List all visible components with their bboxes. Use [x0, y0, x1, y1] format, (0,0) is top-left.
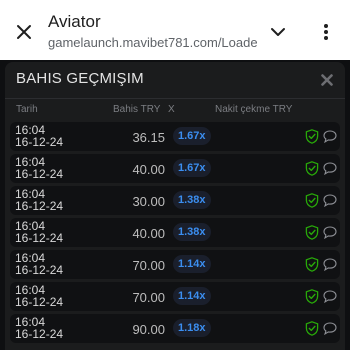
- column-headers: Tarih Bahis TRY X Nakit çekme TRY: [5, 102, 345, 120]
- row-datetime: 16:04 16-12-24: [15, 156, 63, 180]
- table-row[interactable]: 16:04 16-12-24 40.00 1.67x: [10, 154, 340, 183]
- close-icon[interactable]: [12, 20, 36, 44]
- row-bet-amount: 40.00: [132, 162, 165, 177]
- chat-bubble-icon[interactable]: [323, 194, 337, 207]
- shield-check-icon[interactable]: [305, 257, 319, 272]
- row-bet-amount: 70.00: [132, 258, 165, 273]
- column-header-date: Tarih: [16, 104, 38, 115]
- row-date: 16-12-24: [15, 231, 64, 245]
- modal-title: BAHIS GEÇMIŞIM: [16, 70, 144, 87]
- close-icon[interactable]: [319, 72, 335, 88]
- column-header-bet: Bahis TRY: [113, 104, 161, 115]
- row-bet-amount: 36.15: [132, 130, 165, 145]
- table-row[interactable]: 16:04 16-12-24 90.00 1.18x: [10, 314, 340, 343]
- row-date: 16-12-24: [15, 135, 64, 149]
- row-datetime: 16:04 16-12-24: [15, 316, 63, 340]
- modal-header: BAHIS GEÇMIŞIM: [5, 62, 345, 99]
- more-vert-icon[interactable]: [314, 20, 338, 44]
- row-multiplier-badge: 1.38x: [173, 223, 211, 241]
- chat-bubble-icon[interactable]: [323, 162, 337, 175]
- table-row[interactable]: 16:04 16-12-24 70.00 1.14x: [10, 282, 340, 311]
- shield-check-icon[interactable]: [305, 289, 319, 304]
- page-title: Aviator: [48, 12, 101, 31]
- row-multiplier-badge: 1.18x: [173, 319, 211, 337]
- shield-check-icon[interactable]: [305, 321, 319, 336]
- row-bet-amount: 40.00: [132, 226, 165, 241]
- table-row[interactable]: 16:04 16-12-24 40.00 1.38x: [10, 218, 340, 247]
- row-multiplier-badge: 1.67x: [173, 127, 211, 145]
- chat-bubble-icon[interactable]: [323, 226, 337, 239]
- column-header-cashout: Nakit çekme TRY: [215, 104, 293, 115]
- bet-history-modal: BAHIS GEÇMIŞIM Tarih Bahis TRY X Nakit ç…: [5, 62, 345, 350]
- bet-history-list: 16:04 16-12-24 36.15 1.67x 16:04 16-12-24 40.0…: [10, 122, 340, 346]
- chat-bubble-icon[interactable]: [323, 290, 337, 303]
- row-date: 16-12-24: [15, 327, 64, 341]
- row-datetime: 16:04 16-12-24: [15, 188, 63, 212]
- shield-check-icon[interactable]: [305, 193, 319, 208]
- table-row[interactable]: 16:04 16-12-24 36.15 1.67x: [10, 122, 340, 151]
- shield-check-icon[interactable]: [305, 161, 319, 176]
- page-title-block: Aviator gamelaunch.mavibet781.com/Loader…: [48, 12, 258, 52]
- browser-toolbar: Aviator gamelaunch.mavibet781.com/Loader…: [0, 0, 350, 60]
- row-bet-amount: 70.00: [132, 290, 165, 305]
- column-header-multiplier: X: [168, 104, 175, 115]
- row-datetime: 16:04 16-12-24: [15, 284, 63, 308]
- row-bet-amount: 30.00: [132, 194, 165, 209]
- row-multiplier-badge: 1.14x: [173, 255, 211, 273]
- chat-bubble-icon[interactable]: [323, 258, 337, 271]
- row-bet-amount: 90.00: [132, 322, 165, 337]
- row-datetime: 16:04 16-12-24: [15, 220, 63, 244]
- row-multiplier-badge: 1.14x: [173, 287, 211, 305]
- shield-check-icon[interactable]: [305, 129, 319, 144]
- row-date: 16-12-24: [15, 263, 64, 277]
- row-datetime: 16:04 16-12-24: [15, 252, 63, 276]
- chat-bubble-icon[interactable]: [323, 130, 337, 143]
- table-row[interactable]: 16:04 16-12-24 70.00 1.14x: [10, 250, 340, 279]
- chevron-down-icon[interactable]: [266, 20, 290, 44]
- row-date: 16-12-24: [15, 199, 64, 213]
- row-date: 16-12-24: [15, 295, 64, 309]
- page-url[interactable]: gamelaunch.mavibet781.com/Loader/S: [48, 34, 258, 52]
- table-row[interactable]: 16:04 16-12-24 30.00 1.38x: [10, 186, 340, 215]
- row-date: 16-12-24: [15, 167, 64, 181]
- row-multiplier-badge: 1.67x: [173, 159, 211, 177]
- shield-check-icon[interactable]: [305, 225, 319, 240]
- row-datetime: 16:04 16-12-24: [15, 124, 63, 148]
- chat-bubble-icon[interactable]: [323, 322, 337, 335]
- row-multiplier-badge: 1.38x: [173, 191, 211, 209]
